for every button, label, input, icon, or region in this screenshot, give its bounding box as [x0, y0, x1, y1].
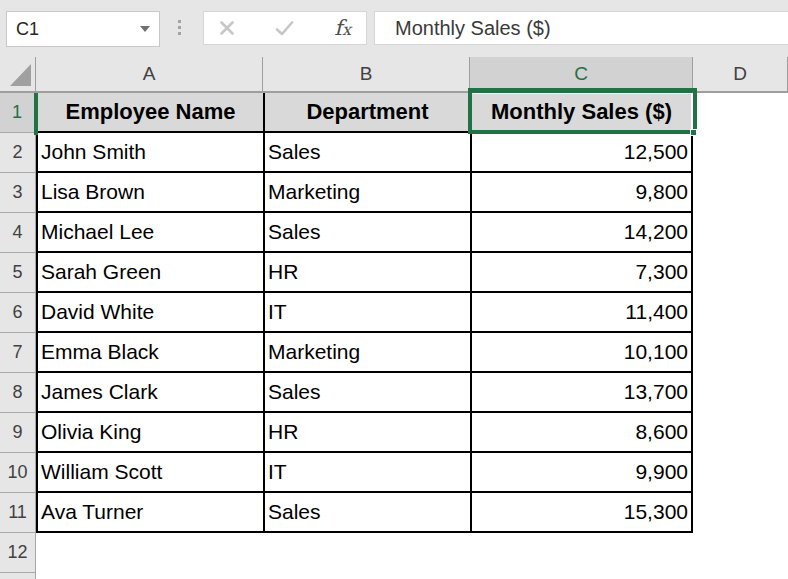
- enter-icon[interactable]: [275, 21, 294, 36]
- row-header-6[interactable]: 6: [0, 293, 36, 333]
- insert-function-icon[interactable]: fx: [334, 16, 351, 40]
- row-header-11[interactable]: 11: [0, 493, 36, 533]
- cell-c7[interactable]: 10,100: [472, 333, 693, 373]
- cell-a4[interactable]: Michael Lee: [38, 213, 265, 253]
- formula-toolbar: fx: [203, 11, 367, 45]
- row-header-3[interactable]: 3: [0, 173, 36, 213]
- formula-bar-panel: C1 fx Monthly Sales ($): [0, 0, 788, 57]
- cell-c4[interactable]: 14,200: [472, 213, 693, 253]
- row-header-5[interactable]: 5: [0, 253, 36, 293]
- cell-b7[interactable]: Marketing: [265, 333, 472, 373]
- row-header-1[interactable]: 1: [0, 93, 36, 133]
- cell-c6[interactable]: 11,400: [472, 293, 693, 333]
- selected-row-indicator: [34, 93, 38, 135]
- cell-b6[interactable]: IT: [265, 293, 472, 333]
- fill-handle[interactable]: [690, 129, 697, 136]
- row-header-10[interactable]: 10: [0, 453, 36, 493]
- cell-c11[interactable]: 15,300: [472, 493, 693, 533]
- select-all-icon: [10, 64, 31, 86]
- row-header-12[interactable]: 12: [0, 533, 36, 573]
- cell-c10[interactable]: 9,900: [472, 453, 693, 493]
- cell-a8[interactable]: James Clark: [38, 373, 265, 413]
- column-header-d[interactable]: D: [693, 57, 788, 93]
- cell-c5[interactable]: 7,300: [472, 253, 693, 293]
- column-header-a[interactable]: A: [36, 57, 263, 93]
- cell-b2[interactable]: Sales: [265, 133, 472, 173]
- cell-b3[interactable]: Marketing: [265, 173, 472, 213]
- row-header-4[interactable]: 4: [0, 213, 36, 253]
- cell-b8[interactable]: Sales: [265, 373, 472, 413]
- cell-b4[interactable]: Sales: [265, 213, 472, 253]
- row-header-9[interactable]: 9: [0, 413, 36, 453]
- cell-b11[interactable]: Sales: [265, 493, 472, 533]
- cell-b5[interactable]: HR: [265, 253, 472, 293]
- cell-a6[interactable]: David White: [38, 293, 265, 333]
- select-all-button[interactable]: [0, 57, 36, 93]
- row-header-13-partial[interactable]: [0, 573, 36, 579]
- cell-a7[interactable]: Emma Black: [38, 333, 265, 373]
- name-box[interactable]: C1: [6, 11, 160, 47]
- cell-b1[interactable]: Department: [265, 93, 472, 133]
- row-header-2[interactable]: 2: [0, 133, 36, 173]
- cell-c2[interactable]: 12,500: [472, 133, 693, 173]
- name-box-value: C1: [7, 19, 39, 40]
- formula-bar[interactable]: Monthly Sales ($): [374, 11, 788, 45]
- drag-handle-icon[interactable]: [178, 20, 181, 35]
- data-table: Employee Name Department Monthly Sales (…: [36, 93, 693, 533]
- row-header-7[interactable]: 7: [0, 333, 36, 373]
- cell-b10[interactable]: IT: [265, 453, 472, 493]
- cancel-icon[interactable]: [219, 20, 235, 36]
- cell-c8[interactable]: 13,700: [472, 373, 693, 413]
- cell-a11[interactable]: Ava Turner: [38, 493, 265, 533]
- cell-a3[interactable]: Lisa Brown: [38, 173, 265, 213]
- cell-c3[interactable]: 9,800: [472, 173, 693, 213]
- row-header-8[interactable]: 8: [0, 373, 36, 413]
- column-header-b[interactable]: B: [263, 57, 470, 93]
- cell-a10[interactable]: William Scott: [38, 453, 265, 493]
- selected-cell-border: [468, 88, 697, 134]
- cell-b9[interactable]: HR: [265, 413, 472, 453]
- cell-a5[interactable]: Sarah Green: [38, 253, 265, 293]
- cell-a2[interactable]: John Smith: [38, 133, 265, 173]
- cell-a9[interactable]: Olivia King: [38, 413, 265, 453]
- formula-bar-value: Monthly Sales ($): [375, 17, 551, 40]
- name-box-dropdown-icon[interactable]: [140, 26, 150, 32]
- cell-c9[interactable]: 8,600: [472, 413, 693, 453]
- cell-a1[interactable]: Employee Name: [38, 93, 265, 133]
